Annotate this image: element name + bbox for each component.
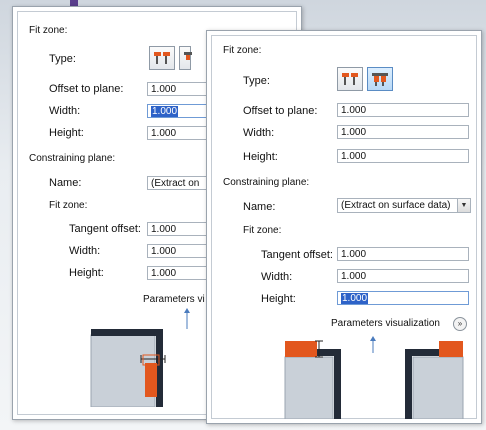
type-fit-outer-button[interactable] xyxy=(149,46,175,70)
height-input[interactable]: 1.000 xyxy=(337,149,469,163)
width-label: Width: xyxy=(49,105,81,117)
height2-label: Height: xyxy=(261,293,296,305)
name-label: Name: xyxy=(243,201,276,213)
height2-input[interactable]: 1.000 xyxy=(337,291,469,305)
type-label: Type: xyxy=(49,53,76,65)
fit-zone-header: Fit zone: xyxy=(29,25,68,36)
front-panel: Fit zone: Type: Offset to plane: 1.000 W… xyxy=(206,30,482,424)
name-dropdown-value: (Extract on surface data) xyxy=(341,200,451,211)
parameters-visualization-image xyxy=(284,336,464,419)
type-fit-inner-icon xyxy=(372,73,388,86)
expand-chevron-icon[interactable]: » xyxy=(453,317,467,331)
height-label: Height: xyxy=(49,127,84,139)
type-fit-outer-icon xyxy=(342,73,358,85)
offset-label: Offset to plane: xyxy=(243,105,318,117)
type-fit-inner-button[interactable] xyxy=(367,67,393,91)
width2-label: Width: xyxy=(261,271,293,283)
tangent-offset-label: Tangent offset: xyxy=(69,223,141,235)
fit-zone-subheader: Fit zone: xyxy=(49,200,88,211)
constraining-plane-header: Constraining plane: xyxy=(29,153,116,164)
name-dropdown[interactable]: (Extract on surface data) ▼ xyxy=(337,198,471,213)
parameters-visualization-image xyxy=(90,308,190,407)
width-input[interactable]: 1.000 xyxy=(147,104,207,118)
type-fit-inner-icon xyxy=(184,52,192,60)
offset-input[interactable]: 1.000 xyxy=(147,82,207,96)
constraining-plane-header: Constraining plane: xyxy=(223,177,310,188)
height-input[interactable]: 1.000 xyxy=(147,126,207,140)
width-input[interactable]: 1.000 xyxy=(337,125,469,139)
name-dropdown[interactable]: (Extract on s xyxy=(147,176,207,190)
width2-input[interactable]: 1.000 xyxy=(337,269,469,283)
fit-zone-subheader: Fit zone: xyxy=(243,225,282,236)
type-fit-outer-button[interactable] xyxy=(337,67,363,91)
width2-input[interactable]: 1.000 xyxy=(147,244,207,258)
fit-zone-header: Fit zone: xyxy=(223,45,262,56)
height2-label: Height: xyxy=(69,267,104,279)
type-label: Type: xyxy=(243,75,270,87)
dropdown-arrow-icon[interactable]: ▼ xyxy=(457,199,470,212)
tangent-offset-input[interactable]: 1.000 xyxy=(147,222,207,236)
name-label: Name: xyxy=(49,177,82,189)
parameters-visualization-label: Parameters vi xyxy=(143,294,205,305)
type-fit-outer-icon xyxy=(154,52,170,64)
height2-input[interactable]: 1.000 xyxy=(147,266,207,280)
offset-input[interactable]: 1.000 xyxy=(337,103,469,117)
width2-label: Width: xyxy=(69,245,101,257)
tangent-offset-label: Tangent offset: xyxy=(261,249,333,261)
width-label: Width: xyxy=(243,127,275,139)
tangent-offset-input[interactable]: 1.000 xyxy=(337,247,469,261)
parameters-visualization-label: Parameters visualization xyxy=(331,318,440,329)
offset-label: Offset to plane: xyxy=(49,83,124,95)
height-label: Height: xyxy=(243,151,278,163)
type-fit-inner-button[interactable] xyxy=(179,46,192,70)
